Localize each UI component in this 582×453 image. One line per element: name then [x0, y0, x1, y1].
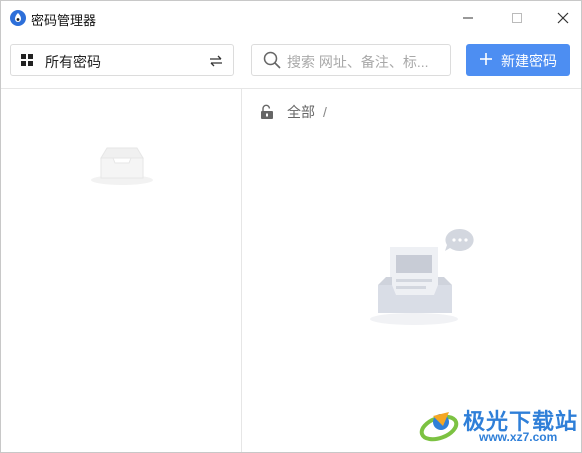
empty-state-illustration — [370, 228, 474, 325]
window-title: 密码管理器 — [31, 13, 97, 28]
minimize-icon — [463, 17, 473, 19]
watermark-url: www.xz7.com — [479, 430, 558, 444]
grid-icon — [21, 54, 33, 66]
breadcrumb-root[interactable]: 全部 — [287, 102, 315, 122]
search-input[interactable]: 搜索 网址、备注、标... — [251, 44, 451, 76]
title-bar[interactable]: 密码管理器 — [1, 1, 581, 35]
empty-inbox-icon — [91, 147, 153, 185]
minimize-button[interactable] — [445, 1, 491, 35]
password-manager-window: 密码管理器 所有密码 搜索 网址、备注、标... 新建密码 全部 / 极光下载站… — [0, 0, 582, 453]
unlock-icon — [261, 104, 273, 119]
vault-selector-label: 所有密码 — [45, 54, 101, 70]
password-list-pane: 全部 / — [242, 89, 581, 452]
category-list-pane — [1, 89, 241, 452]
close-button[interactable] — [540, 1, 581, 35]
search-placeholder: 搜索 网址、备注、标... — [287, 54, 429, 70]
maximize-icon — [512, 13, 522, 23]
watermark: 极光下载站 www.xz7.com — [419, 404, 577, 446]
close-icon — [557, 12, 569, 24]
breadcrumb: 全部 / — [260, 103, 327, 121]
vault-selector[interactable]: 所有密码 — [10, 44, 234, 76]
plus-icon — [480, 53, 492, 65]
new-password-button[interactable]: 新建密码 — [466, 44, 570, 76]
maximize-button[interactable] — [494, 1, 540, 35]
search-icon — [263, 51, 281, 69]
breadcrumb-separator: / — [323, 104, 327, 120]
new-password-label: 新建密码 — [501, 53, 557, 69]
watermark-logo-icon — [419, 412, 459, 442]
toolbar: 所有密码 搜索 网址、备注、标... 新建密码 — [1, 35, 581, 88]
swap-icon[interactable] — [208, 53, 224, 69]
app-logo-icon — [10, 10, 26, 26]
